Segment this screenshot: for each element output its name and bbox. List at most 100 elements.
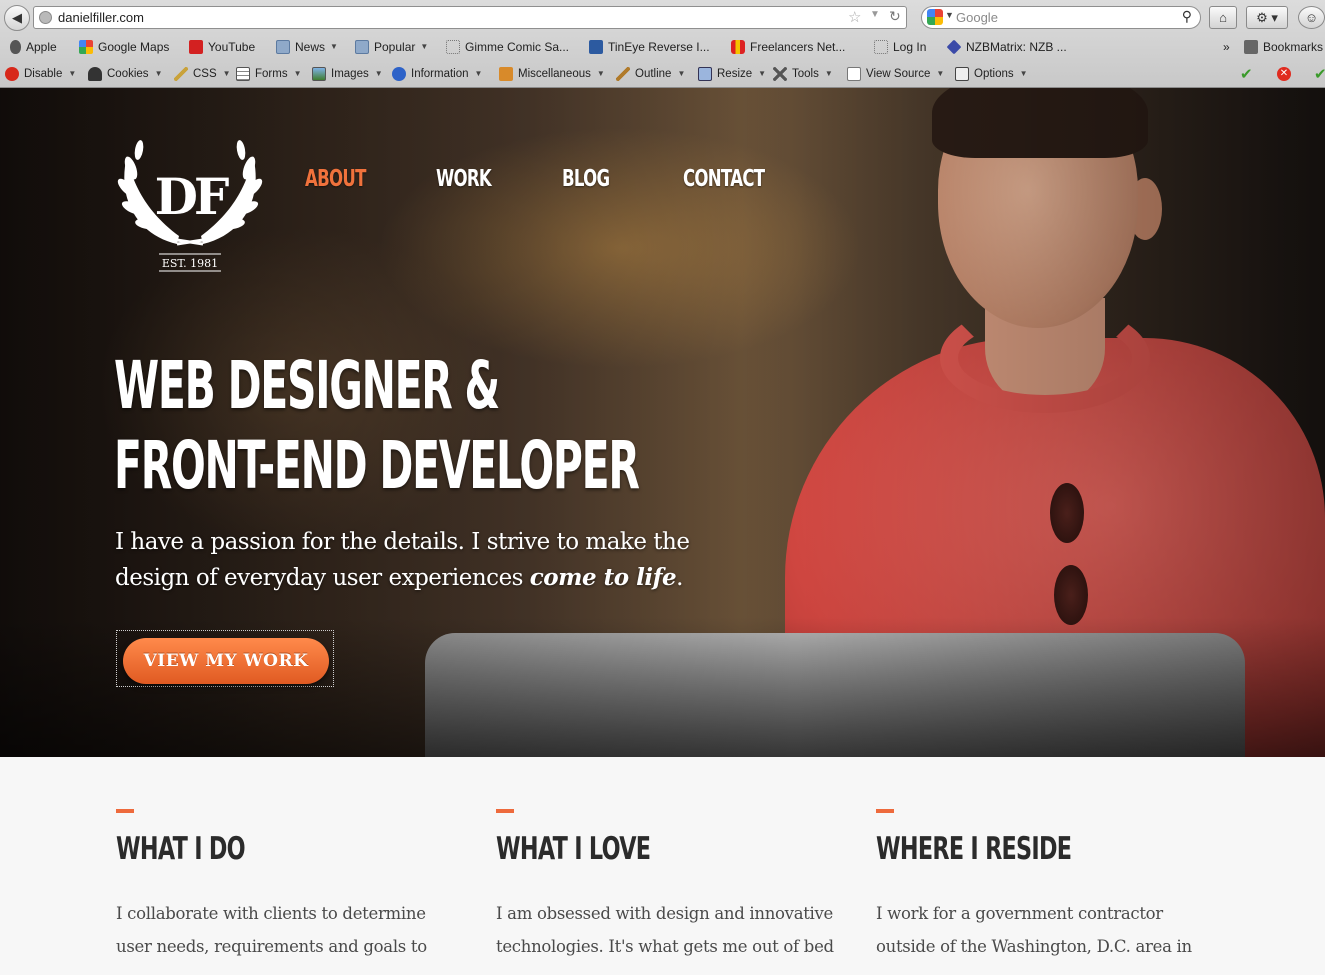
bookmark-folder-news[interactable]: News ▼ — [276, 38, 338, 55]
bookmark-nzbmatrix[interactable]: NZBMatrix: NZB ... — [946, 38, 1067, 55]
chevron-down-icon: ▼ — [936, 69, 945, 78]
wd-label: Information — [411, 67, 469, 80]
bookmark-apple[interactable]: Apple — [10, 38, 57, 55]
back-button[interactable]: ◀ — [4, 5, 30, 31]
chevron-down-icon: ▼ — [420, 42, 429, 51]
error-x-icon: ✕ — [1277, 66, 1291, 81]
wd-menu-images[interactable]: Images ▼ — [312, 65, 383, 82]
bookmark-gimme-comic[interactable]: Gimme Comic Sa... — [446, 38, 569, 55]
wd-menu-information[interactable]: Information ▼ — [392, 65, 482, 82]
search-bar[interactable]: ▼ Google ⚲ — [921, 6, 1201, 29]
nav-about[interactable]: ABOUT — [305, 166, 366, 192]
page-icon — [446, 39, 460, 54]
headline-line-2: FRONT-END DEVELOPER — [114, 427, 640, 504]
column-what-i-do: WHAT I DO I collaborate with clients to … — [116, 809, 456, 963]
wd-menu-css[interactable]: CSS ▼ — [174, 65, 231, 82]
df-logo[interactable]: DF EST. 1981 — [117, 116, 263, 276]
wd-menu-view-source[interactable]: View Source ▼ — [847, 65, 944, 82]
headline-line-1: WEB DESIGNER & — [114, 347, 500, 424]
disable-icon — [5, 66, 19, 81]
column-where-i-reside: WHERE I RESIDE I work for a government c… — [876, 809, 1216, 963]
css-valid-check-icon[interactable]: ✔ — [1240, 65, 1253, 83]
bookmark-label: Google Maps — [98, 39, 170, 54]
tagline-emphasis: come to life — [529, 564, 677, 591]
bookmark-star-icon[interactable]: ☆ — [848, 8, 861, 26]
tools-icon — [773, 66, 787, 81]
home-button[interactable]: ⌂ — [1209, 6, 1237, 29]
wd-menu-disable[interactable]: Disable ▼ — [5, 65, 76, 82]
wd-label: Options — [974, 67, 1014, 80]
search-engine-dropdown-icon[interactable]: ▼ — [945, 10, 954, 20]
wd-menu-resize[interactable]: Resize ▼ — [698, 65, 766, 82]
wd-menu-miscellaneous[interactable]: Miscellaneous ▼ — [499, 65, 605, 82]
wd-menu-options[interactable]: Options ▼ — [955, 65, 1028, 82]
hero-headline: WEB DESIGNER & FRONT-END DEVELOPER — [114, 346, 640, 506]
hero-tagline: I have a passion for the details. I stri… — [115, 525, 715, 596]
column-title: WHERE I RESIDE — [876, 831, 1072, 867]
tagline-end: . — [676, 565, 683, 591]
wd-menu-forms[interactable]: Forms ▼ — [236, 65, 302, 82]
chevron-down-icon: ▼ — [330, 42, 338, 51]
wd-label: Images — [331, 67, 369, 80]
reload-icon[interactable]: ↻ — [889, 8, 901, 25]
view-my-work-button[interactable]: VIEW MY WORK — [123, 638, 329, 684]
html-valid-check-icon[interactable]: ✔ — [1314, 65, 1325, 83]
extension-menu-button[interactable]: ⚙ ▾ — [1246, 6, 1288, 29]
css-icon — [174, 66, 188, 81]
url-text[interactable]: danielfiller.com — [58, 10, 144, 25]
site-identity-icon[interactable] — [39, 11, 52, 24]
nav-contact[interactable]: CONTACT — [683, 166, 765, 192]
freelancers-icon — [731, 39, 745, 54]
wd-menu-outline[interactable]: Outline ▼ — [616, 65, 685, 82]
apple-icon — [10, 39, 21, 54]
back-arrow-icon: ◀ — [12, 10, 22, 25]
chevron-down-icon: ▼ — [596, 69, 605, 78]
wd-label: Outline — [635, 67, 672, 80]
addon-button[interactable]: ☺ — [1298, 6, 1325, 29]
search-placeholder[interactable]: Google — [956, 10, 998, 25]
nzb-icon — [946, 39, 962, 54]
accent-bar — [876, 809, 894, 813]
bookmark-freelancers[interactable]: Freelancers Net... — [731, 38, 845, 55]
bookmarks-toolbar: Apple Google Maps YouTube News ▼ Popular ▼… — [0, 34, 1325, 58]
js-error-icon[interactable]: ✕ — [1277, 65, 1296, 82]
chevron-down-icon: ▼ — [293, 69, 302, 78]
chevron-down-icon: ▼ — [68, 69, 77, 78]
bookmark-log-in[interactable]: Log In — [874, 38, 926, 55]
wd-label: Cookies — [107, 67, 149, 80]
google-search-engine-icon[interactable] — [927, 9, 943, 25]
nav-work[interactable]: WORK — [436, 166, 492, 192]
miscellaneous-icon — [499, 66, 513, 81]
bookmarks-menu-label: Bookmarks — [1263, 39, 1324, 54]
bookmark-google-maps[interactable]: Google Maps — [79, 38, 169, 55]
wd-label: View Source — [866, 67, 931, 80]
hero-section: DF EST. 1981 ABOUT WORK BLOG CONTACT WEB… — [0, 88, 1325, 757]
wd-menu-cookies[interactable]: Cookies ▼ — [88, 65, 162, 82]
column-text: I work for a government contractor outsi… — [876, 904, 1192, 956]
chevron-down-icon: ▼ — [824, 69, 833, 78]
url-history-dropdown-icon[interactable]: ▼ — [870, 9, 880, 20]
bookmark-tineye[interactable]: TinEye Reverse I... — [589, 38, 710, 55]
bookmark-label: Popular — [374, 39, 416, 54]
bookmark-label: News — [295, 39, 326, 54]
column-what-i-love: WHAT I LOVE I am obsessed with design an… — [496, 809, 836, 963]
forms-icon — [236, 66, 250, 81]
nav-blog[interactable]: BLOG — [562, 166, 610, 192]
chevron-down-icon: ▼ — [154, 69, 163, 78]
wd-menu-tools[interactable]: Tools ▼ — [773, 65, 833, 82]
navigation-toolbar: ◀ danielfiller.com ☆ ▼ ↻ ▼ Google ⚲ ⌂ ⚙ … — [0, 0, 1325, 34]
resize-icon — [698, 66, 712, 81]
search-icon[interactable]: ⚲ — [1182, 8, 1192, 25]
accent-bar — [116, 809, 134, 813]
bookmarks-icon — [1244, 39, 1258, 54]
bookmark-youtube[interactable]: YouTube — [189, 38, 255, 55]
bookmarks-menu-button[interactable]: Bookmarks — [1244, 38, 1323, 55]
bookmark-label: YouTube — [208, 39, 256, 54]
column-title: WHAT I LOVE — [496, 831, 651, 867]
folder-icon — [276, 39, 290, 54]
bookmark-folder-popular[interactable]: Popular ▼ — [355, 38, 428, 55]
cookies-icon — [88, 66, 102, 81]
address-bar[interactable]: danielfiller.com ☆ ▼ ↻ — [33, 6, 907, 29]
google-icon — [79, 39, 93, 54]
bookmarks-overflow-button[interactable]: » — [1223, 38, 1230, 55]
